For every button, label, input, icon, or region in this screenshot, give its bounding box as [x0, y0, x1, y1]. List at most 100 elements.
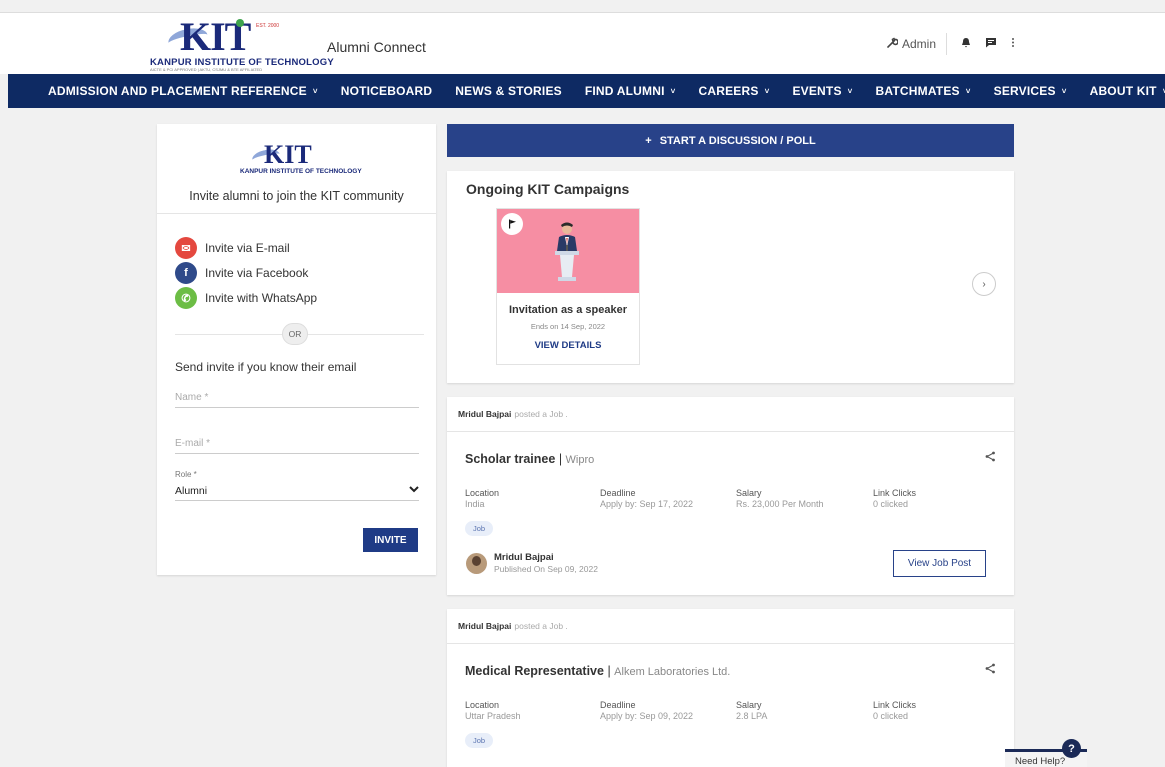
nav-label: CAREERS	[698, 84, 759, 98]
author-name[interactable]: Mridul Bajpai	[494, 552, 554, 563]
chevron-down-icon: ˅	[670, 86, 676, 96]
nav-about-kit[interactable]: ABOUT KIT˅	[1090, 84, 1165, 98]
meta-value: Uttar Pradesh	[465, 711, 521, 721]
share-icon[interactable]	[985, 451, 996, 465]
campaign-name: Invitation as a speaker	[509, 304, 627, 316]
poster-name[interactable]: Mridul Bajpai	[458, 621, 511, 631]
invite-button[interactable]: INVITE	[363, 528, 418, 552]
invite-facebook-option[interactable]: f Invite via Facebook	[175, 262, 308, 284]
whatsapp-icon: ✆	[175, 287, 197, 309]
meta-value: Rs. 23,000 Per Month	[736, 499, 824, 509]
email-input[interactable]	[175, 434, 419, 454]
nav-label: EVENTS	[792, 84, 842, 98]
title-separator: |	[558, 452, 566, 466]
view-job-post-button[interactable]: View Job Post	[893, 550, 986, 577]
help-icon[interactable]: ?	[1062, 739, 1081, 758]
role-label: Role *	[175, 470, 197, 479]
job-role: Medical Representative	[465, 664, 604, 678]
send-invite-label: Send invite if you know their email	[175, 360, 357, 374]
meta-key: Link Clicks	[873, 700, 917, 710]
job-salary: Salary 2.8 LPA	[736, 700, 767, 722]
invite-card: KIT KANPUR INSTITUTE OF TECHNOLOGY Invit…	[157, 124, 436, 575]
logo-subtitle: KANPUR INSTITUTE OF TECHNOLOGY	[240, 168, 362, 175]
plus-icon: +	[645, 134, 652, 147]
chevron-down-icon: ˅	[847, 86, 853, 96]
job-title[interactable]: Medical Representative | Alkem Laborator…	[465, 664, 730, 678]
admin-link[interactable]: Admin	[886, 33, 947, 55]
kit-logo[interactable]: KIT EST. 2000 KANPUR INSTITUTE OF TECHNO…	[150, 17, 334, 73]
meta-value: 0 clicked	[873, 711, 909, 721]
view-details-link[interactable]: VIEW DETAILS	[497, 340, 639, 351]
admin-label: Admin	[901, 37, 936, 51]
header-actions: Admin	[886, 33, 1015, 55]
meta-value: 2.8 LPA	[736, 711, 768, 721]
campaign-end-date: Ends on 14 Sep, 2022	[530, 322, 606, 331]
job-post-card: Mridul Bajpai posted a Job . Scholar tra…	[447, 397, 1014, 595]
meta-key: Deadline	[600, 700, 636, 710]
post-action: posted a Job .	[514, 621, 568, 631]
job-deadline: Deadline Apply by: Sep 09, 2022	[600, 700, 693, 722]
logo-text: KIT	[264, 140, 312, 169]
meta-key: Link Clicks	[873, 488, 917, 498]
role-value: Alumni	[175, 484, 208, 497]
share-icon[interactable]	[985, 663, 996, 677]
more-vertical-icon[interactable]	[1011, 37, 1015, 51]
nav-batchmates[interactable]: BATCHMATES ˅	[876, 84, 971, 98]
nav-events[interactable]: EVENTS ˅	[792, 84, 852, 98]
need-help-label: Need Help?	[1015, 756, 1066, 767]
name-input[interactable]	[175, 388, 419, 408]
job-company: Alkem Laboratories Ltd.	[614, 666, 731, 678]
nav-label: SERVICES	[993, 84, 1056, 98]
speaker-illustration	[555, 222, 579, 281]
chat-icon[interactable]	[985, 37, 997, 51]
start-discussion-button[interactable]: + START A DISCUSSION / POLL	[447, 124, 1014, 157]
campaigns-card: Ongoing KIT Campaigns Invitation as a sp…	[447, 171, 1014, 383]
top-header: KIT EST. 2000 KANPUR INSTITUTE OF TECHNO…	[0, 12, 1165, 74]
flag-icon	[501, 213, 523, 235]
nav-noticeboard[interactable]: NOTICEBOARD	[341, 84, 433, 98]
chevron-down-icon: ˅	[1061, 86, 1067, 96]
job-salary: Salary Rs. 23,000 Per Month	[736, 488, 824, 510]
campaign-image	[497, 209, 639, 293]
meta-value: India	[465, 499, 485, 509]
invite-option-label: Invite with WhatsApp	[205, 291, 318, 305]
divider	[157, 213, 436, 214]
job-link-clicks: Link Clicks 0 clicked	[873, 700, 916, 722]
post-action: posted a Job .	[514, 409, 568, 419]
job-link-clicks: Link Clicks 0 clicked	[873, 488, 916, 510]
avatar[interactable]	[466, 553, 487, 574]
meta-key: Salary	[736, 700, 762, 710]
campaigns-title: Ongoing KIT Campaigns	[466, 181, 630, 197]
nav-services[interactable]: SERVICES ˅	[994, 84, 1067, 98]
bell-icon[interactable]	[961, 37, 971, 51]
chevron-down-icon: ˅	[764, 86, 770, 96]
meta-value: Apply by: Sep 17, 2022	[600, 499, 694, 509]
chevron-down-icon	[409, 485, 419, 496]
nav-label: FIND ALUMNI	[584, 84, 665, 98]
campaign-item[interactable]: Invitation as a speaker Ends on 14 Sep, …	[496, 208, 640, 365]
logo-tagline: AICTE & PCI APPROVED | AKTU, CSJMU & BTE…	[150, 67, 263, 72]
email-icon: ✉	[175, 237, 197, 259]
nav-admission-placement[interactable]: ADMISSION AND PLACEMENT REFERENCE ˅	[48, 84, 318, 98]
job-tag: Job	[465, 733, 494, 748]
chevron-right-icon[interactable]: ›	[972, 272, 996, 296]
job-post-header: Mridul Bajpai posted a Job .	[447, 609, 1014, 644]
job-company: Wipro	[565, 454, 595, 466]
or-badge: OR	[282, 323, 308, 345]
invite-option-label: Invite via E-mail	[205, 241, 290, 255]
meta-value: Apply by: Sep 09, 2022	[600, 711, 694, 721]
app-title: Alumni Connect	[327, 39, 426, 55]
role-select[interactable]: Alumni	[175, 481, 419, 501]
job-tag: Job	[465, 521, 494, 536]
invite-whatsapp-option[interactable]: ✆ Invite with WhatsApp	[175, 287, 317, 309]
nav-label: NEWS & STORIES	[455, 84, 562, 98]
nav-careers[interactable]: CAREERS ˅	[698, 84, 769, 98]
published-date: Published On Sep 09, 2022	[494, 564, 598, 574]
chevron-down-icon: ˅	[312, 86, 318, 96]
poster-name[interactable]: Mridul Bajpai	[458, 409, 511, 419]
job-title[interactable]: Scholar trainee | Wipro	[465, 452, 594, 466]
nav-news-stories[interactable]: NEWS & STORIES	[455, 84, 562, 98]
nav-find-alumni[interactable]: FIND ALUMNI ˅	[585, 84, 676, 98]
main-nav: ADMISSION AND PLACEMENT REFERENCE ˅ NOTIC…	[8, 74, 1165, 108]
invite-email-option[interactable]: ✉ Invite via E-mail	[175, 237, 290, 259]
